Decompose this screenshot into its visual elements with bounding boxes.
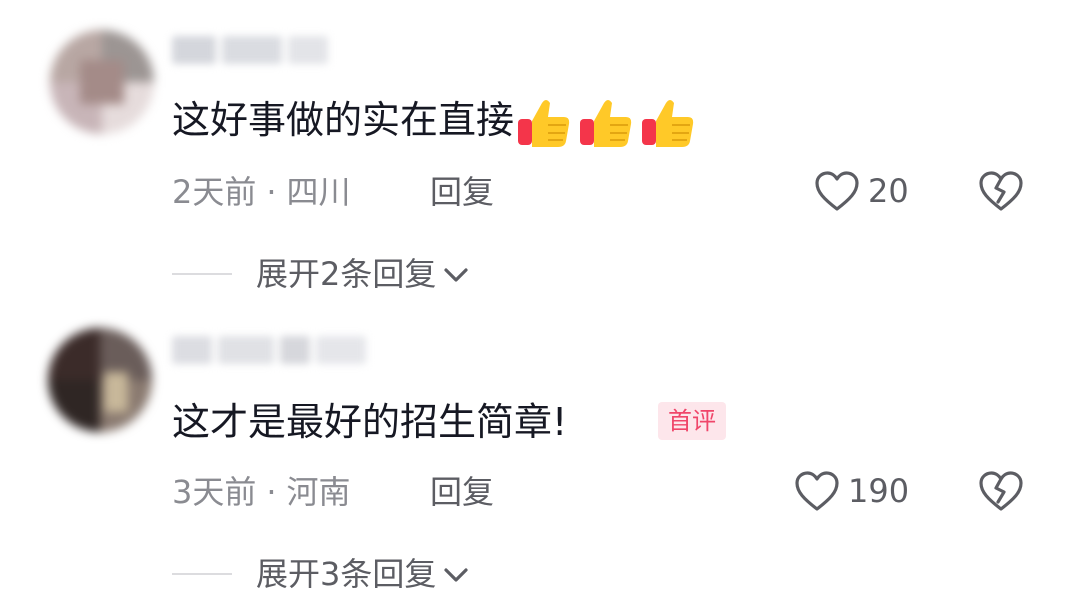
avatar[interactable] <box>48 328 152 432</box>
comment-location: 四川 <box>286 173 351 211</box>
comment-time: 2天前 <box>172 173 257 211</box>
heart-outline-icon <box>815 171 859 211</box>
broken-heart-icon <box>979 471 1023 511</box>
thumbs-up-icon <box>640 97 696 149</box>
comment-text: 这好事做的实在直接 <box>172 96 696 149</box>
expand-replies-label: 展开3条回复 <box>256 555 437 593</box>
like-button[interactable]: 20 <box>814 170 909 212</box>
dislike-button[interactable] <box>978 170 1024 216</box>
reply-button[interactable]: 回复 <box>430 172 494 212</box>
divider-line <box>172 273 232 275</box>
thumbs-up-icon <box>578 97 634 149</box>
comment-item: 这才是最好的招生简章! 首评 3天前 · 河南 回复 190 展开3条回复 <box>0 310 1080 614</box>
thumbs-up-icon <box>516 97 572 149</box>
meta-separator: · <box>266 173 277 211</box>
heart-outline-icon <box>795 471 839 511</box>
comment-meta: 2天前 · 四川 <box>172 172 351 212</box>
dislike-button[interactable] <box>978 470 1024 516</box>
expand-replies-label: 展开2条回复 <box>256 255 437 293</box>
chevron-down-icon <box>442 254 470 294</box>
expand-replies-button[interactable]: 展开2条回复 <box>172 254 470 294</box>
broken-heart-icon <box>979 171 1023 211</box>
like-button[interactable]: 190 <box>794 470 909 512</box>
comment-meta: 3天前 · 河南 <box>172 472 351 512</box>
emoji-group <box>516 97 696 149</box>
username-redacted[interactable] <box>172 336 372 368</box>
expand-replies-button[interactable]: 展开3条回复 <box>172 554 470 594</box>
chevron-down-icon <box>442 554 470 594</box>
comment-location: 河南 <box>286 473 351 511</box>
comment-item: 这好事做的实在直接 2天前 · 四川 回复 20 展开2条回复 <box>0 0 1080 310</box>
divider-line <box>172 573 232 575</box>
comment-text: 这才是最好的招生简章! <box>172 400 568 444</box>
first-comment-badge: 首评 <box>658 402 726 440</box>
like-count: 190 <box>848 472 910 510</box>
meta-separator: · <box>266 473 277 511</box>
like-count: 20 <box>868 172 909 210</box>
reply-button[interactable]: 回复 <box>430 472 494 512</box>
username-redacted[interactable] <box>172 36 334 68</box>
avatar[interactable] <box>50 30 154 134</box>
comment-time: 3天前 <box>172 473 257 511</box>
